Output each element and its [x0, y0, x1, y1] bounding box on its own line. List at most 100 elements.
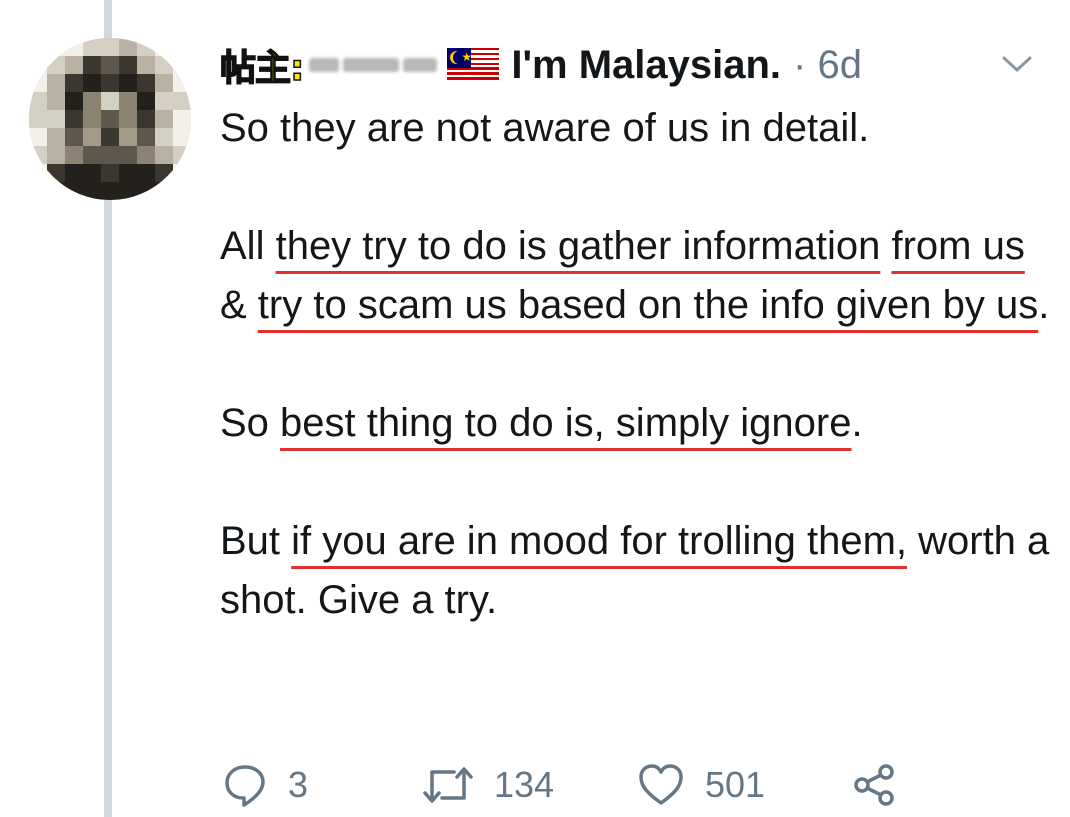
avatar-pixel: [173, 146, 191, 164]
avatar-pixel: [119, 182, 137, 200]
reply-button[interactable]: 3: [222, 762, 422, 808]
heart-icon: [639, 764, 683, 805]
op-tag: 帖主:: [219, 47, 305, 90]
avatar-pixel: [65, 146, 83, 164]
avatar-pixel: [101, 146, 119, 164]
avatar-pixel: [155, 92, 173, 110]
avatar-pixel: [119, 164, 137, 182]
underlined-text: they try to do is gather information: [275, 224, 881, 268]
retweet-icon: [423, 767, 473, 803]
avatar-pixel: [47, 38, 65, 56]
share-button[interactable]: [852, 762, 898, 808]
tweet-paragraph: But if you are in mood for trolling them…: [220, 512, 1050, 630]
avatar-pixel: [83, 74, 101, 92]
avatar-pixel: [29, 110, 47, 128]
like-count: 501: [705, 764, 766, 805]
like-button[interactable]: 501: [637, 762, 852, 808]
tweet-paragraph: So they are not aware of us in detail.: [220, 99, 1050, 158]
avatar-pixel: [137, 92, 155, 110]
avatar-pixel: [83, 38, 101, 56]
avatar-pixel: [47, 164, 65, 182]
avatar-pixel: [65, 110, 83, 128]
avatar-pixel: [101, 92, 119, 110]
avatar-pixel: [173, 164, 191, 182]
tweet-header: 帖主: ★ I'm Malaysian. · 6d: [219, 38, 1060, 92]
avatar-pixel: [137, 56, 155, 74]
avatar-pixel: [173, 128, 191, 146]
retweet-count: 134: [494, 764, 555, 805]
tweet-body: So they are not aware of us in detail. Al…: [220, 99, 1050, 630]
avatar-pixel: [155, 182, 173, 200]
avatar-pixel: [101, 128, 119, 146]
text-segment: &: [220, 283, 258, 327]
avatar-pixel: [83, 92, 101, 110]
text-segment: .: [1038, 283, 1050, 327]
avatar-pixel: [65, 38, 83, 56]
avatar-pixel: [83, 128, 101, 146]
avatar-pixel: [47, 56, 65, 74]
avatar-pixel: [119, 56, 137, 74]
avatar-pixel: [47, 146, 65, 164]
chevron-down-icon[interactable]: [1000, 52, 1034, 76]
avatar-pixel: [173, 110, 191, 128]
avatar-pixel: [29, 74, 47, 92]
avatar-pixel: [173, 92, 191, 110]
avatar-pixel: [137, 164, 155, 182]
avatar-pixel: [47, 92, 65, 110]
flag-canton: ★: [447, 48, 473, 68]
malaysia-flag-icon: ★: [447, 48, 500, 82]
avatar-pixel: [101, 182, 119, 200]
avatar-pixel: [119, 146, 137, 164]
avatar-pixel: [119, 110, 137, 128]
avatar-pixel: [137, 128, 155, 146]
retweet-button[interactable]: 134: [422, 762, 637, 808]
avatar-pixel: [155, 38, 173, 56]
avatar-pixel: [137, 38, 155, 56]
star-icon: ★: [461, 50, 473, 64]
avatar-pixel: [29, 92, 47, 110]
avatar-pixel: [173, 74, 191, 92]
avatar-pixel: [101, 164, 119, 182]
blurred-username[interactable]: [309, 58, 438, 72]
avatar-pixel: [137, 146, 155, 164]
avatar-pixel: [101, 38, 119, 56]
tweet-paragraph: All they try to do is gather information…: [220, 217, 1050, 335]
avatar-pixel: [65, 128, 83, 146]
avatar-pixel: [119, 92, 137, 110]
avatar-pixel: [119, 128, 137, 146]
flag-stripe: [447, 79, 500, 82]
avatar[interactable]: [29, 38, 191, 200]
timestamp[interactable]: · 6d: [793, 43, 862, 88]
avatar-pixel: [47, 182, 65, 200]
avatar-pixel: [29, 146, 47, 164]
avatar-pixel: [83, 164, 101, 182]
avatar-pixel: [101, 56, 119, 74]
avatar-pixel: [155, 110, 173, 128]
avatar-pixel: [173, 38, 191, 56]
avatar-pixel: [173, 56, 191, 74]
action-bar: 3 134 501: [222, 755, 982, 815]
reply-icon: [225, 765, 265, 807]
underlined-text: try to scam us based on the info given b…: [257, 283, 1039, 327]
avatar-pixel: [29, 182, 47, 200]
text-segment: But: [220, 519, 292, 563]
avatar-pixel: [65, 182, 83, 200]
text-segment: All: [220, 224, 276, 268]
underlined-text: from us: [891, 224, 1025, 268]
avatar-pixel: [83, 146, 101, 164]
avatar-pixel: [83, 110, 101, 128]
avatar-pixel: [29, 56, 47, 74]
text-segment: So: [220, 401, 281, 445]
avatar-pixel: [137, 182, 155, 200]
text-segment: [880, 224, 891, 268]
avatar-pixel: [83, 182, 101, 200]
tweet-paragraph: So best thing to do is, simply ignore.: [220, 394, 1050, 453]
avatar-pixel: [155, 164, 173, 182]
share-icon: [854, 764, 894, 806]
avatar-pixel: [47, 74, 65, 92]
avatar-pixel: [137, 110, 155, 128]
avatar-pixel: [47, 128, 65, 146]
avatar-pixel: [137, 74, 155, 92]
display-name[interactable]: I'm Malaysian.: [511, 43, 781, 88]
